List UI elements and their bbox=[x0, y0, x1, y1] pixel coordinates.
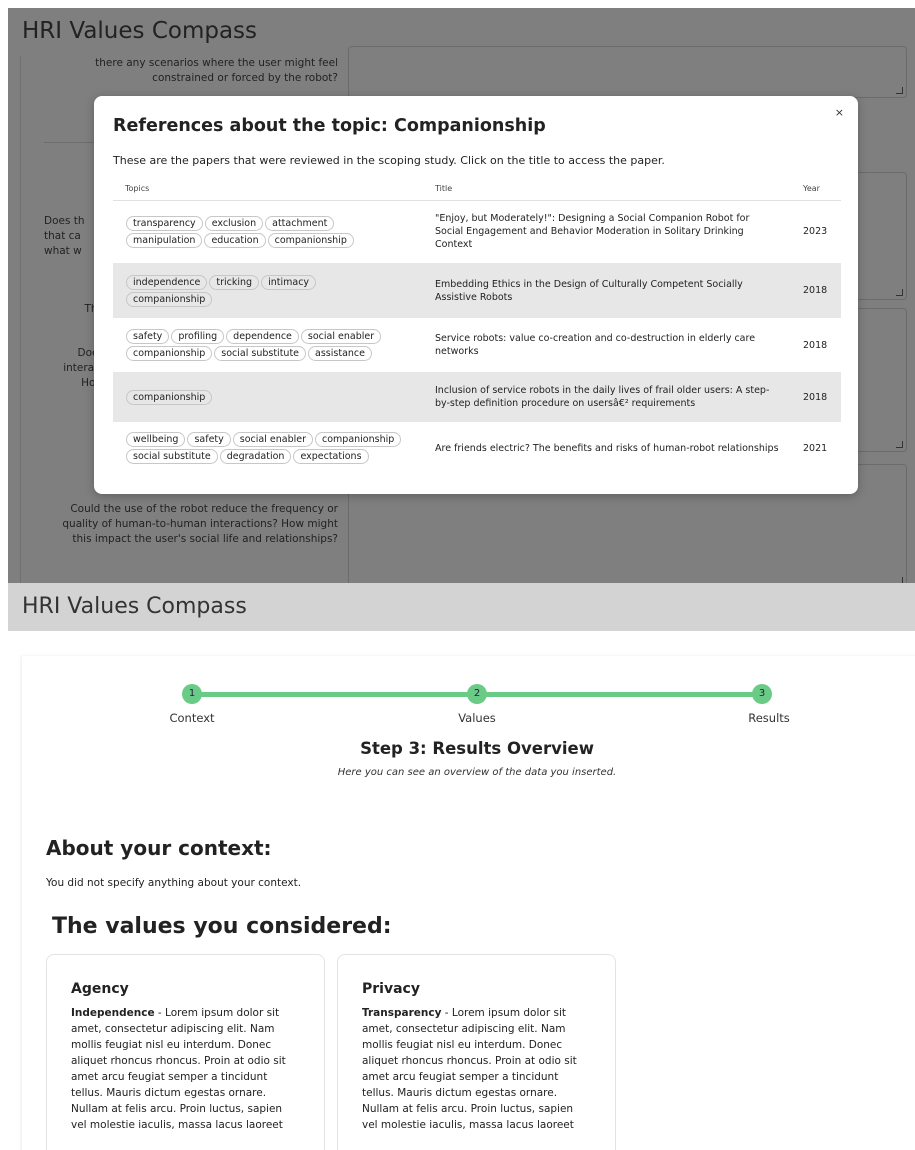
topic-chip: safety bbox=[187, 432, 231, 447]
step-indicator-2[interactable]: 2 bbox=[467, 684, 487, 704]
references-modal: × References about the topic: Companions… bbox=[94, 96, 858, 494]
form-border bbox=[20, 56, 21, 583]
value-description: - Lorem ipsum dolor sit amet, consectetu… bbox=[71, 1007, 286, 1131]
close-icon[interactable]: × bbox=[835, 106, 844, 119]
stepper: 1 2 3 Context Values Results bbox=[22, 682, 915, 732]
paper-title-link[interactable]: Service robots: value co-creation and co… bbox=[423, 318, 791, 372]
column-header-title: Title bbox=[423, 178, 791, 201]
modal-screenshot-panel: HRI Values Compass there any scenarios w… bbox=[8, 8, 915, 583]
topic-chip: transparency bbox=[126, 215, 203, 231]
question-text: Could the use of the robot reduce the fr… bbox=[62, 503, 338, 545]
topic-chip: companionship bbox=[126, 291, 213, 307]
topics-cell: companionship bbox=[113, 372, 423, 422]
table-row: companionship Inclusion of service robot… bbox=[113, 372, 841, 422]
year-cell: 2021 bbox=[803, 442, 828, 454]
year-cell: 2023 bbox=[803, 226, 828, 238]
topic-chip: social substitute bbox=[126, 449, 218, 464]
topics-cell: transparency exclusion attachment manipula… bbox=[113, 200, 423, 263]
values-heading: The values you considered: bbox=[52, 914, 392, 939]
value-card-heading: Agency bbox=[71, 981, 129, 997]
topic-chip: social enabler bbox=[300, 329, 382, 344]
topic-chip: degradation bbox=[219, 449, 292, 464]
modal-description: These are the papers that were reviewed … bbox=[113, 154, 665, 167]
topics-cell: safety profiling dependence social enabler … bbox=[113, 318, 423, 372]
topic-chip: exclusion bbox=[204, 215, 264, 231]
value-card-agency: Agency Independence - Lorem ipsum dolor … bbox=[46, 954, 325, 1150]
topic-chip: companionship bbox=[315, 432, 402, 447]
topic-chip: intimacy bbox=[261, 274, 317, 290]
answer-textarea[interactable] bbox=[348, 46, 907, 98]
modal-title: References about the topic: Companionshi… bbox=[113, 116, 546, 136]
value-card-privacy: Privacy Transparency - Lorem ipsum dolor… bbox=[337, 954, 616, 1150]
column-header-year: Year bbox=[791, 178, 841, 201]
topic-chip: attachment bbox=[265, 215, 335, 231]
value-card-heading: Privacy bbox=[362, 981, 420, 997]
topic-chip: independence bbox=[126, 274, 208, 290]
paper-title-link[interactable]: "Enjoy, but Moderately!": Designing a So… bbox=[423, 200, 791, 263]
value-card-text: Independence - Lorem ipsum dolor sit ame… bbox=[71, 1005, 300, 1133]
column-header-topics: Topics bbox=[113, 178, 423, 201]
step-subtitle: Here you can see an overview of the data… bbox=[337, 767, 617, 778]
question-text: there any scenarios where the user might… bbox=[95, 57, 338, 84]
topic-chip: education bbox=[204, 232, 266, 248]
topic-chip: social enabler bbox=[232, 432, 313, 447]
table-header-row: Topics Title Year bbox=[113, 178, 841, 201]
paper-title-link[interactable]: Embedding Ethics in the Design of Cultur… bbox=[423, 263, 791, 318]
value-term: Transparency bbox=[362, 1007, 442, 1019]
topic-chip: social substitute bbox=[214, 346, 307, 361]
topic-chip: dependence bbox=[226, 329, 299, 344]
step-label-results: Results bbox=[748, 711, 790, 725]
about-text: You did not specify anything about your … bbox=[46, 877, 302, 889]
topic-chip: companionship bbox=[267, 232, 354, 248]
value-card-text: Transparency - Lorem ipsum dolor sit ame… bbox=[362, 1005, 591, 1133]
topic-chip: manipulation bbox=[126, 232, 203, 248]
topic-chip: expectations bbox=[293, 449, 369, 464]
paper-title-link[interactable]: Are friends electric? The benefits and r… bbox=[423, 422, 791, 474]
topic-chip: profiling bbox=[171, 329, 225, 344]
value-description: - Lorem ipsum dolor sit amet, consectetu… bbox=[362, 1007, 577, 1131]
step-indicator-1[interactable]: 1 bbox=[182, 684, 202, 704]
step-indicator-3[interactable]: 3 bbox=[752, 684, 772, 704]
table-row: safety profiling dependence social enabler … bbox=[113, 318, 841, 372]
topic-chip: companionship bbox=[126, 346, 213, 361]
app-header: HRI Values Compass bbox=[8, 583, 915, 631]
app-title: HRI Values Compass bbox=[22, 18, 258, 44]
paper-title-link[interactable]: Inclusion of service robots in the daily… bbox=[423, 372, 791, 422]
topic-chip: wellbeing bbox=[126, 432, 186, 447]
year-cell: 2018 bbox=[803, 339, 828, 351]
topic-chip: companionship bbox=[126, 389, 213, 405]
topic-chip: tricking bbox=[209, 274, 260, 290]
step-label-values: Values bbox=[458, 711, 496, 725]
year-cell: 2018 bbox=[791, 372, 841, 422]
step-title: Step 3: Results Overview bbox=[360, 739, 594, 758]
results-card: 1 2 3 Context Values Results Step 3: Res… bbox=[22, 656, 915, 1150]
table-row: transparency exclusion attachment manipula… bbox=[113, 200, 841, 263]
topic-chip: safety bbox=[126, 329, 170, 344]
topics-cell: wellbeing safety social enabler companionsh… bbox=[113, 422, 423, 474]
value-term: Independence bbox=[71, 1007, 155, 1019]
step-label-context: Context bbox=[169, 711, 215, 725]
app-title: HRI Values Compass bbox=[22, 594, 247, 619]
results-screenshot-panel: HRI Values Compass 1 2 3 Context Values … bbox=[8, 583, 915, 1150]
topic-chip: assistance bbox=[308, 346, 372, 361]
references-table: Topics Title Year transparency exclusion a… bbox=[113, 178, 841, 474]
year-cell: 2018 bbox=[791, 263, 841, 318]
topics-cell: independence tricking intimacy companionsh… bbox=[113, 263, 423, 318]
about-heading: About your context: bbox=[46, 836, 272, 860]
table-row: independence tricking intimacy companionsh… bbox=[113, 263, 841, 318]
table-row: wellbeing safety social enabler companionsh… bbox=[113, 422, 841, 474]
